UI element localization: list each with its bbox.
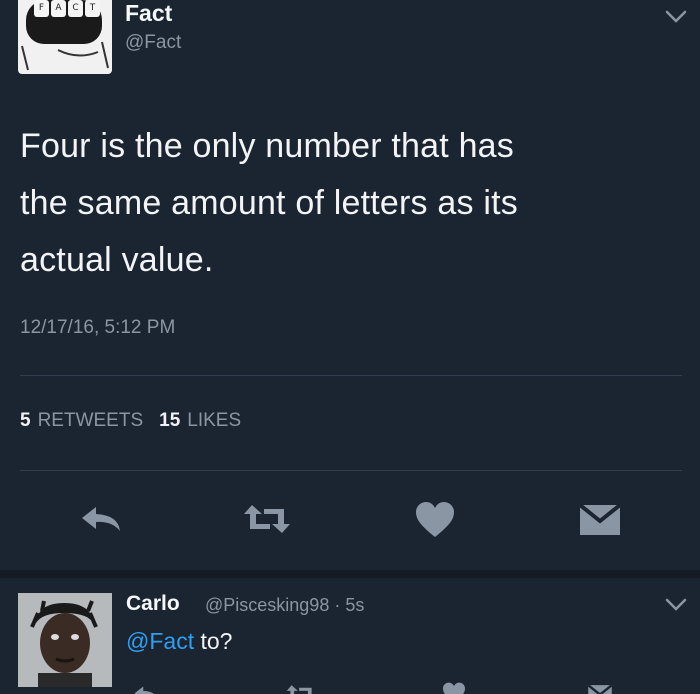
tweet-action-bar: [0, 495, 700, 545]
reply-handle-time[interactable]: @Piscesking98 · 5s: [205, 595, 364, 616]
heart-icon[interactable]: [440, 682, 468, 694]
person-photo: [18, 593, 112, 687]
tweet-text-line: actual value.: [20, 241, 214, 279]
retweet-icon[interactable]: [284, 684, 318, 694]
retweet-icon[interactable]: [242, 503, 292, 535]
avatar-letter: T: [85, 0, 100, 17]
heart-icon[interactable]: [414, 501, 456, 539]
retweets-count: 5: [20, 410, 31, 431]
reply-text: @Fact to?: [126, 628, 232, 655]
retweets-label: RETWEETS: [37, 410, 144, 431]
section-separator: [0, 570, 700, 578]
tweet-text-line: Four is the only number that has: [20, 127, 514, 165]
tweet-timestamp: 12/17/16, 5:12 PM: [20, 317, 176, 338]
tweet-detail-screen: F A C T Fact @Fact Four is the only numb…: [0, 0, 700, 694]
divider: [20, 470, 682, 471]
avatar-letter: C: [68, 0, 83, 17]
chevron-down-icon[interactable]: [664, 8, 688, 26]
reply-action-bar: [0, 680, 700, 694]
avatar-scribble: [21, 41, 109, 71]
mention-link[interactable]: @Fact: [126, 628, 194, 654]
chevron-down-icon[interactable]: [664, 596, 688, 614]
engagement-stats: 5 RETWEETS 15 LIKES: [20, 410, 241, 432]
tweet-text-line: the same amount of letters as its: [20, 184, 518, 222]
likes-count: 15: [159, 410, 181, 431]
reply-icon[interactable]: [132, 684, 162, 694]
avatar-knuckle-letters: F A C T: [34, 0, 100, 17]
reply-icon[interactable]: [80, 503, 124, 535]
avatar[interactable]: F A C T: [18, 0, 112, 74]
tweet-text: Four is the only number that has the sam…: [20, 118, 660, 289]
envelope-icon[interactable]: [578, 503, 622, 537]
avatar-letter: F: [34, 0, 49, 17]
likes-label: LIKES: [187, 410, 242, 431]
envelope-icon[interactable]: [584, 684, 616, 694]
author-handle[interactable]: @Fact: [125, 32, 181, 54]
author-display-name[interactable]: Fact: [125, 0, 172, 27]
avatar-letter: A: [51, 0, 66, 17]
reply-body: to?: [194, 628, 233, 654]
likes-stat[interactable]: 15 LIKES: [159, 410, 241, 432]
divider: [20, 375, 682, 376]
retweets-stat[interactable]: 5 RETWEETS: [20, 410, 143, 432]
reply-author-name[interactable]: Carlo: [126, 592, 180, 616]
reply-avatar[interactable]: [18, 593, 112, 687]
